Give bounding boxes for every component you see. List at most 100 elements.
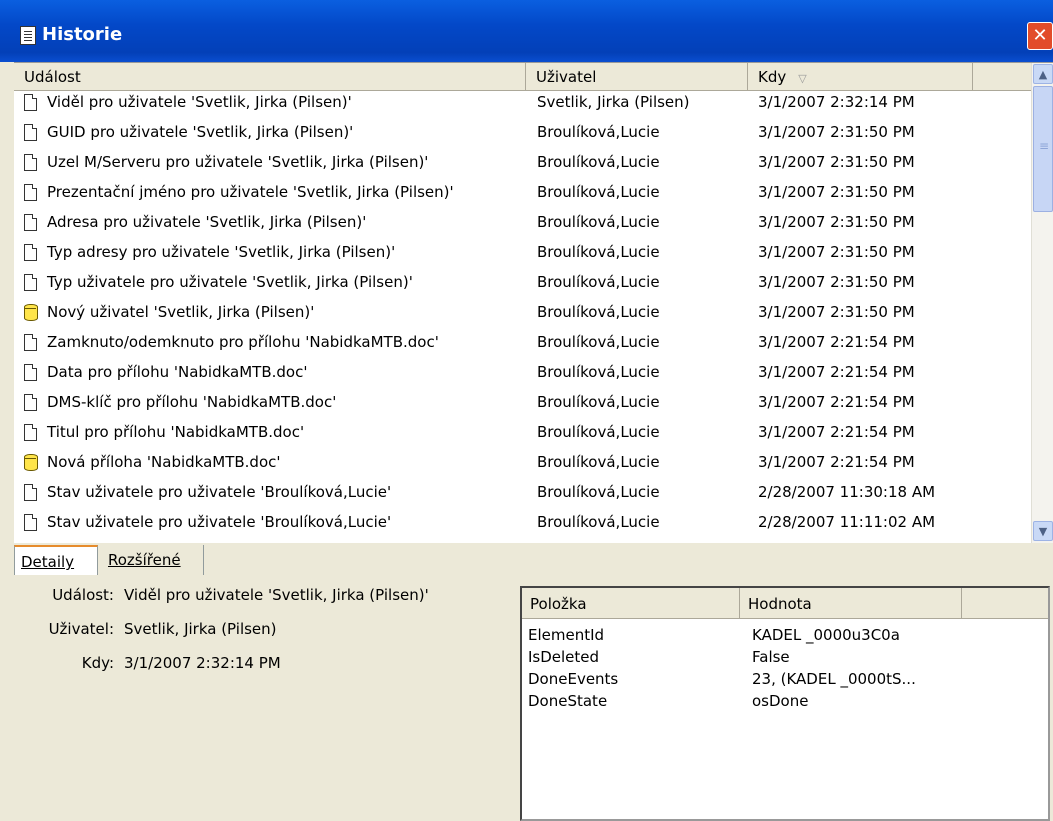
table-row[interactable]: DMS-klíč pro přílohu 'NabidkaMTB.doc' Bro… bbox=[14, 391, 1031, 414]
table-row[interactable]: Zamknuto/odemknuto pro přílohu 'NabidkaM… bbox=[14, 331, 1031, 354]
document-icon bbox=[24, 334, 37, 351]
when-cell: 3/1/2007 2:31:50 PM bbox=[758, 273, 915, 291]
event-cell: Zamknuto/odemknuto pro přílohu 'NabidkaM… bbox=[47, 333, 439, 351]
when-cell: 3/1/2007 2:31:50 PM bbox=[758, 243, 915, 261]
property-item: IsDeleted bbox=[528, 648, 600, 666]
user-cell: Broulíková,Lucie bbox=[537, 363, 660, 381]
property-item: DoneEvents bbox=[528, 670, 619, 688]
event-cell: GUID pro uživatele 'Svetlik, Jirka (Pils… bbox=[47, 123, 354, 141]
user-cell: Broulíková,Lucie bbox=[537, 333, 660, 351]
table-row[interactable]: Stav uživatele pro uživatele 'Broulíková… bbox=[14, 511, 1031, 534]
tab-details[interactable]: Detaily bbox=[14, 545, 98, 575]
detail-user-value: Svetlik, Jirka (Pilsen) bbox=[124, 620, 277, 638]
table-row[interactable]: Data pro přílohu 'NabidkaMTB.doc' Broulík… bbox=[14, 361, 1031, 384]
document-icon bbox=[24, 184, 37, 201]
history-list[interactable]: Událost Uživatel Kdy ▽ Viděl pro uživatel… bbox=[14, 62, 1053, 543]
event-cell: Titul pro přílohu 'NabidkaMTB.doc' bbox=[47, 423, 305, 441]
user-cell: Broulíková,Lucie bbox=[537, 213, 660, 231]
column-header-value[interactable]: Hodnota bbox=[740, 588, 962, 618]
property-value: KADEL _0000u3C0a bbox=[752, 626, 900, 644]
property-value: 23, (KADEL _0000tS... bbox=[752, 670, 916, 688]
table-row[interactable]: Stav uživatele pro uživatele 'Broulíková… bbox=[14, 481, 1031, 504]
table-row[interactable]: Viděl pro uživatele 'Svetlik, Jirka (Pil… bbox=[14, 91, 1031, 114]
document-icon bbox=[24, 154, 37, 171]
property-item: DoneState bbox=[528, 692, 608, 710]
user-cell: Broulíková,Lucie bbox=[537, 183, 660, 201]
user-cell: Broulíková,Lucie bbox=[537, 393, 660, 411]
table-row[interactable]: Typ uživatele pro uživatele 'Svetlik, Ji… bbox=[14, 271, 1031, 294]
document-list-icon bbox=[20, 26, 36, 45]
table-row[interactable]: Typ adresy pro uživatele 'Svetlik, Jirka… bbox=[14, 241, 1031, 264]
when-cell: 3/1/2007 2:21:54 PM bbox=[758, 423, 915, 441]
document-icon bbox=[24, 484, 37, 501]
scroll-up-arrow-icon[interactable]: ▲ bbox=[1033, 64, 1053, 84]
property-value: False bbox=[752, 648, 790, 666]
properties-list[interactable]: Položka Hodnota ElementId KADEL _0000u3C0… bbox=[520, 586, 1050, 821]
document-icon bbox=[24, 394, 37, 411]
table-row[interactable]: Adresa pro uživatele 'Svetlik, Jirka (Pi… bbox=[14, 211, 1031, 234]
user-cell: Broulíková,Lucie bbox=[537, 483, 660, 501]
document-icon bbox=[24, 124, 37, 141]
event-cell: Typ uživatele pro uživatele 'Svetlik, Ji… bbox=[47, 273, 413, 291]
column-header-when[interactable]: Kdy ▽ bbox=[748, 63, 973, 90]
when-cell: 3/1/2007 2:31:50 PM bbox=[758, 153, 915, 171]
event-cell: DMS-klíč pro přílohu 'NabidkaMTB.doc' bbox=[47, 393, 337, 411]
event-cell: Nová příloha 'NabidkaMTB.doc' bbox=[47, 453, 281, 471]
user-cell: Broulíková,Lucie bbox=[537, 303, 660, 321]
user-cell: Broulíková,Lucie bbox=[537, 453, 660, 471]
event-cell: Stav uživatele pro uživatele 'Broulíková… bbox=[47, 483, 392, 501]
detail-when-value: 3/1/2007 2:32:14 PM bbox=[124, 654, 281, 672]
sort-descending-icon: ▽ bbox=[798, 72, 807, 85]
properties-header: Položka Hodnota bbox=[522, 588, 1048, 619]
when-cell: 3/1/2007 2:21:54 PM bbox=[758, 393, 915, 411]
scroll-down-arrow-icon[interactable]: ▼ bbox=[1033, 521, 1053, 541]
event-cell: Viděl pro uživatele 'Svetlik, Jirka (Pil… bbox=[47, 93, 352, 111]
user-cell: Broulíková,Lucie bbox=[537, 513, 660, 531]
when-cell: 2/28/2007 11:30:18 AM bbox=[758, 483, 936, 501]
document-icon bbox=[24, 94, 37, 111]
column-header-filler bbox=[973, 63, 1031, 90]
table-row[interactable]: Titul pro přílohu 'NabidkaMTB.doc' Broulí… bbox=[14, 421, 1031, 444]
vertical-scrollbar[interactable]: ▲ ▼ bbox=[1031, 63, 1053, 543]
database-icon bbox=[24, 454, 38, 471]
table-row[interactable]: Nová příloha 'NabidkaMTB.doc' Broulíková,… bbox=[14, 451, 1031, 474]
detail-event-label: Událost: bbox=[52, 586, 114, 604]
event-cell: Typ adresy pro uživatele 'Svetlik, Jirka… bbox=[47, 243, 396, 261]
window-title: Historie bbox=[42, 24, 123, 45]
event-cell: Nový uživatel 'Svetlik, Jirka (Pilsen)' bbox=[47, 303, 315, 321]
list-header: Událost Uživatel Kdy ▽ bbox=[14, 63, 1031, 91]
table-row[interactable]: Prezentační jméno pro uživatele 'Svetlik… bbox=[14, 181, 1031, 204]
detail-user-label: Uživatel: bbox=[48, 620, 114, 638]
event-cell: Uzel M/Serveru pro uživatele 'Svetlik, J… bbox=[47, 153, 429, 171]
event-cell: Data pro přílohu 'NabidkaMTB.doc' bbox=[47, 363, 308, 381]
document-icon bbox=[24, 364, 37, 381]
table-row[interactable]: Nový uživatel 'Svetlik, Jirka (Pilsen)' B… bbox=[14, 301, 1031, 324]
when-cell: 3/1/2007 2:31:50 PM bbox=[758, 213, 915, 231]
column-header-user[interactable]: Uživatel bbox=[526, 63, 748, 90]
user-cell: Broulíková,Lucie bbox=[537, 123, 660, 141]
table-row[interactable]: GUID pro uživatele 'Svetlik, Jirka (Pils… bbox=[14, 121, 1031, 144]
when-cell: 3/1/2007 2:31:50 PM bbox=[758, 303, 915, 321]
event-cell: Adresa pro uživatele 'Svetlik, Jirka (Pi… bbox=[47, 213, 367, 231]
column-header-item[interactable]: Položka bbox=[522, 588, 740, 618]
property-item: ElementId bbox=[528, 626, 605, 644]
tab-extended[interactable]: Rozšířené bbox=[102, 545, 204, 575]
document-icon bbox=[24, 244, 37, 261]
close-button[interactable]: ✕ bbox=[1027, 22, 1053, 50]
column-header-item-label: Položka bbox=[530, 595, 587, 613]
when-cell: 3/1/2007 2:21:54 PM bbox=[758, 363, 915, 381]
user-cell: Svetlik, Jirka (Pilsen) bbox=[537, 93, 690, 111]
when-cell: 3/1/2007 2:21:54 PM bbox=[758, 333, 915, 351]
column-header-user-label: Uživatel bbox=[536, 68, 597, 86]
detail-when-label: Kdy: bbox=[81, 654, 114, 672]
when-cell: 2/28/2007 11:11:02 AM bbox=[758, 513, 936, 531]
scroll-thumb[interactable] bbox=[1033, 86, 1053, 212]
column-header-event-label: Událost bbox=[24, 68, 81, 86]
table-row[interactable]: Uzel M/Serveru pro uživatele 'Svetlik, J… bbox=[14, 151, 1031, 174]
detail-event-value: Viděl pro uživatele 'Svetlik, Jirka (Pil… bbox=[124, 586, 429, 604]
document-icon bbox=[24, 214, 37, 231]
event-cell: Stav uživatele pro uživatele 'Broulíková… bbox=[47, 513, 392, 531]
column-header-event[interactable]: Událost bbox=[14, 63, 526, 90]
user-cell: Broulíková,Lucie bbox=[537, 273, 660, 291]
title-bar: Historie ✕ bbox=[0, 0, 1053, 62]
